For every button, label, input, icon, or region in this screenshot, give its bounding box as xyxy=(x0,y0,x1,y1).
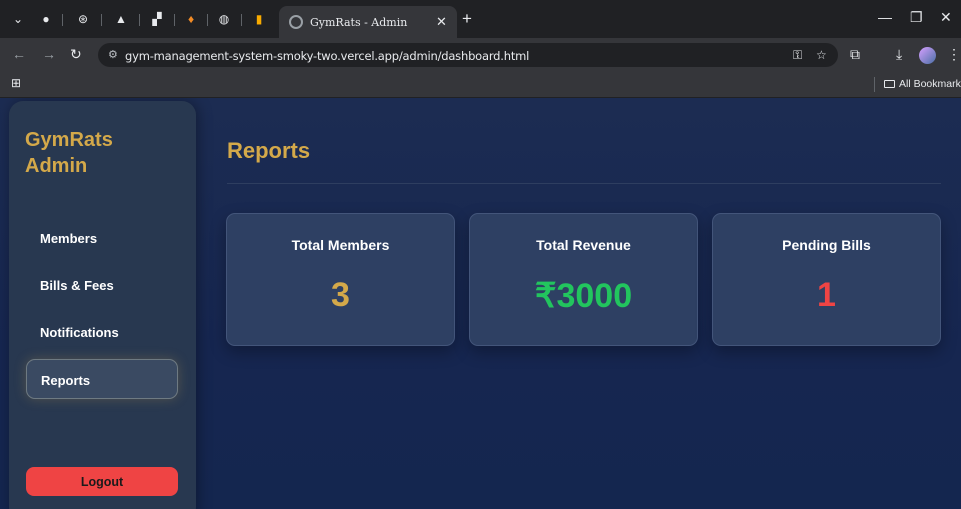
vercel-icon[interactable]: ▲ xyxy=(111,9,131,29)
logout-label: Logout xyxy=(80,475,124,489)
sidebar-item-label: Bills & Fees xyxy=(40,278,114,293)
sidebar-item-label: Reports xyxy=(41,373,91,388)
page-title: Reports xyxy=(227,138,311,163)
window-close-icon[interactable]: ✕ xyxy=(940,9,952,26)
bookmarks-divider xyxy=(874,77,875,92)
stat-card-total-revenue: Total Revenue ₹3000 xyxy=(469,213,698,346)
stat-card-value: ₹3000 xyxy=(534,277,633,315)
url-text[interactable]: gym-management-system-smoky-two.vercel.a… xyxy=(125,49,529,63)
stat-card-label: Total Revenue xyxy=(536,237,631,253)
tab-active[interactable]: GymRats - Admin ✕ xyxy=(279,6,457,38)
logout-button[interactable]: Logout xyxy=(26,467,178,496)
back-icon[interactable]: ← xyxy=(12,46,26,62)
close-icon[interactable]: ✕ xyxy=(436,14,447,30)
sidebar: GymRats Admin Members Bills & Fees Notif… xyxy=(9,101,196,509)
reload-icon[interactable]: ↻ xyxy=(70,46,82,63)
site-info-icon[interactable]: ⚙ xyxy=(108,48,118,61)
restore-icon[interactable]: ❐ xyxy=(910,9,923,26)
extensions-icon[interactable]: ⧉ xyxy=(850,46,860,63)
pinned-divider xyxy=(174,14,175,26)
brand-line-2: Admin xyxy=(25,155,88,177)
firebase-icon[interactable]: ♦ xyxy=(181,9,201,29)
address-bar[interactable]: ⚙ gym-management-system-smoky-two.vercel… xyxy=(98,43,838,67)
minimize-icon[interactable]: — xyxy=(878,9,892,25)
password-key-icon[interactable]: ⚿ xyxy=(793,48,802,63)
bookmarks-bar: ⊞ All Bookmarks xyxy=(0,72,961,98)
all-bookmarks-button[interactable]: All Bookmarks xyxy=(884,78,961,90)
browser-toolbar: ← → ↻ ⚙ gym-management-system-smoky-two.… xyxy=(0,38,961,72)
apps-grid-icon[interactable]: ⊞ xyxy=(11,76,21,90)
pinned-divider xyxy=(62,14,63,26)
sidebar-item-bills-fees[interactable]: Bills & Fees xyxy=(26,265,178,305)
forward-icon[interactable]: → xyxy=(42,46,56,62)
brand-line-1: GymRats xyxy=(25,129,113,151)
sidebar-item-label: Notifications xyxy=(40,325,119,340)
tab-title: GymRats - Admin xyxy=(310,16,408,29)
sidebar-item-label: Members xyxy=(40,231,98,246)
stat-card-total-members: Total Members 3 xyxy=(226,213,455,346)
pinned-app-icon[interactable]: ▞ xyxy=(147,9,167,29)
page-content: GymRats Admin Members Bills & Fees Notif… xyxy=(0,98,961,509)
profile-avatar[interactable] xyxy=(919,47,936,64)
pinned-divider xyxy=(139,14,140,26)
tab-search-icon[interactable]: ⌄ xyxy=(8,9,28,29)
stat-card-label: Total Members xyxy=(291,237,390,253)
sidebar-item-members[interactable]: Members xyxy=(26,218,178,258)
bookmark-star-icon[interactable]: ☆ xyxy=(816,48,827,62)
stat-card-value: 3 xyxy=(331,276,350,314)
globe-icon xyxy=(289,15,303,29)
analytics-icon[interactable]: ▮ xyxy=(249,9,269,29)
openai-icon[interactable]: ⊛ xyxy=(73,9,93,29)
sidebar-item-notifications[interactable]: Notifications xyxy=(26,312,178,352)
browser-tab-strip: ⌄ ● ⊛ ▲ ▞ ♦ ◍ ▮ GymRats - Admin ✕ + — ❐ … xyxy=(0,0,961,38)
pinned-divider xyxy=(207,14,208,26)
brand-title: GymRats Admin xyxy=(25,127,175,179)
pinned-divider xyxy=(101,14,102,26)
new-tab-icon[interactable]: + xyxy=(462,10,472,27)
sidebar-item-reports[interactable]: Reports xyxy=(26,359,178,399)
pinned-site-icon[interactable]: ◍ xyxy=(214,9,234,29)
title-divider xyxy=(227,183,941,184)
folder-icon xyxy=(884,80,895,88)
github-icon[interactable]: ● xyxy=(36,9,56,29)
menu-kebab-icon[interactable]: ⋮ xyxy=(947,46,961,63)
all-bookmarks-label: All Bookmarks xyxy=(899,78,961,90)
stat-card-value: 1 xyxy=(817,276,836,314)
download-icon[interactable]: ⤓ xyxy=(896,46,902,63)
stat-card-label: Pending Bills xyxy=(782,237,871,253)
pinned-divider xyxy=(241,14,242,26)
stat-card-pending-bills: Pending Bills 1 xyxy=(712,213,941,346)
